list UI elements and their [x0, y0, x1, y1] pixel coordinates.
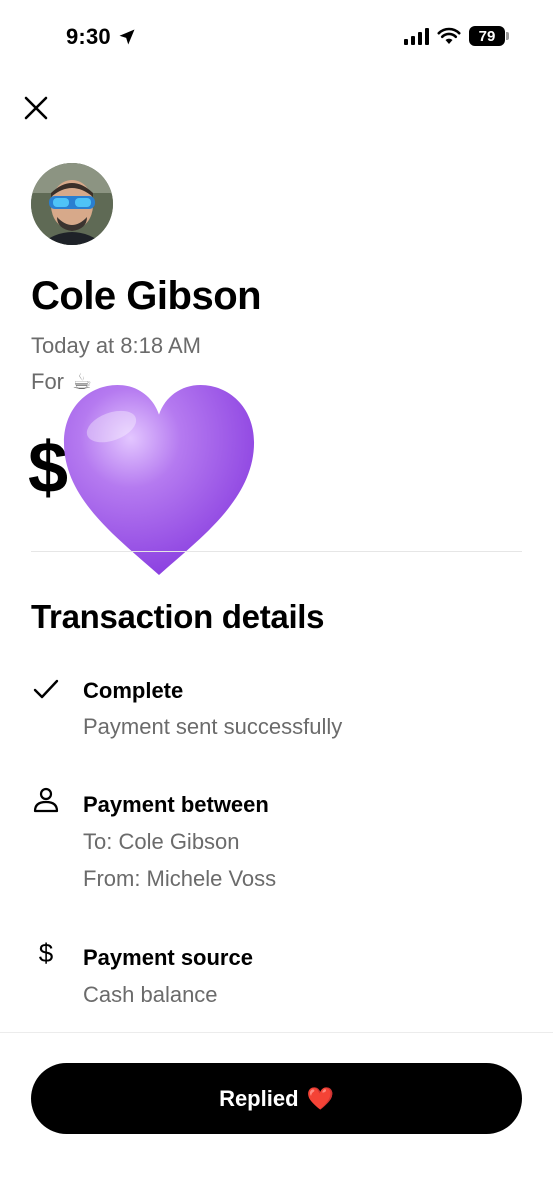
replied-button[interactable]: Replied ❤️ — [31, 1063, 522, 1134]
svg-text:$: $ — [39, 938, 54, 966]
detail-title-source: Payment source — [83, 945, 253, 970]
status-indicators: 79 — [404, 26, 509, 46]
detail-line-to: To: Cole Gibson — [83, 829, 240, 854]
replied-button-label: Replied — [219, 1085, 299, 1111]
close-icon[interactable] — [22, 94, 50, 122]
dollar-icon: $ — [39, 938, 54, 966]
person-icon — [33, 787, 59, 813]
section-title: Transaction details — [31, 598, 325, 635]
avatar[interactable] — [31, 163, 113, 245]
detail-line-from: From: Michele Voss — [83, 866, 277, 891]
detail-line-source: Cash balance — [83, 982, 218, 1007]
status-time: 9:30 — [66, 24, 137, 50]
purple-heart-icon — [63, 384, 255, 576]
footer-divider — [0, 1032, 553, 1033]
payee-name: Cole Gibson — [31, 274, 262, 318]
detail-title-complete: Complete — [83, 678, 184, 703]
detail-title-between: Payment between — [83, 792, 269, 817]
time-text: 9:30 — [66, 24, 111, 49]
location-arrow-icon — [119, 29, 135, 45]
red-heart-emoji: ❤️ — [306, 1085, 334, 1111]
detail-line-status: Payment sent successfully — [83, 714, 343, 739]
payment-date: Today at 8:18 AM — [31, 333, 201, 358]
section-divider — [31, 551, 522, 552]
cellular-signal-icon — [404, 27, 429, 45]
check-icon — [33, 679, 59, 699]
battery-level: 79 — [478, 27, 496, 45]
battery-icon: 79 — [469, 26, 509, 46]
status-bar: 9:30 79 — [0, 0, 553, 78]
wifi-icon — [437, 27, 461, 44]
avatar-photo — [31, 163, 113, 245]
